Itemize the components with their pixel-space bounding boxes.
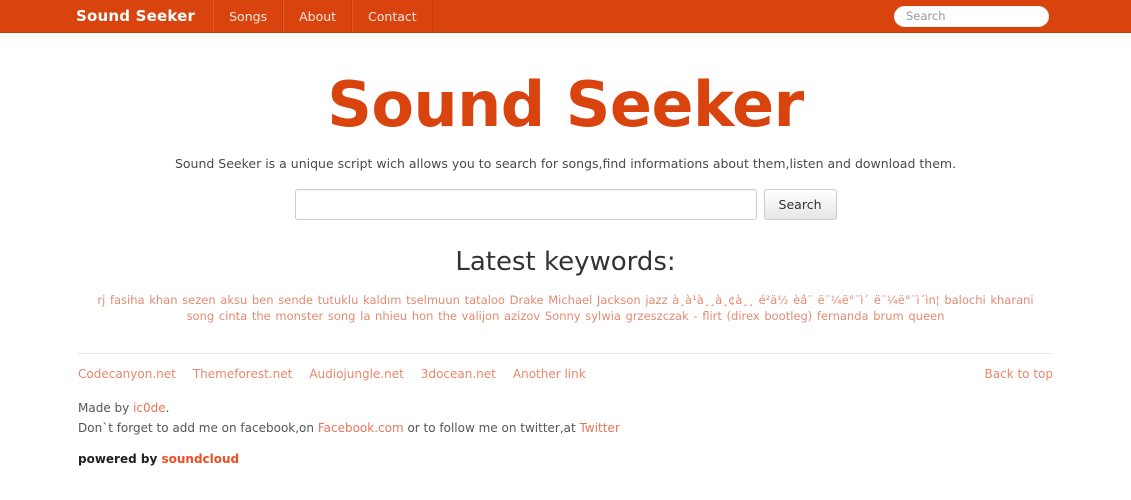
footer-wrapper: Codecanyon.net Themeforest.net Audiojung…: [78, 353, 1053, 466]
made-by-link[interactable]: ic0de: [133, 401, 166, 415]
footer-link-another[interactable]: Another link: [513, 367, 586, 381]
footer-link-themeforest[interactable]: Themeforest.net: [193, 367, 292, 381]
nav-link-about[interactable]: About: [283, 0, 352, 32]
navbar-search-wrapper: [894, 0, 1131, 32]
hero-section: Sound Seeker Sound Seeker is a unique sc…: [0, 33, 1131, 220]
powered-by-prefix: powered by: [78, 452, 161, 466]
keywords-text[interactable]: rj fasiha khan sezen aksu ben sende tutu…: [97, 293, 1033, 323]
navbar-search-input[interactable]: [894, 6, 1049, 27]
main-search-button[interactable]: Search: [764, 189, 837, 220]
powered-by-line: powered by soundcloud: [78, 439, 1053, 466]
footer-links-row: Codecanyon.net Themeforest.net Audiojung…: [78, 354, 1053, 381]
footer-links: Codecanyon.net Themeforest.net Audiojung…: [78, 367, 586, 381]
nav-link-contact[interactable]: Contact: [352, 0, 433, 32]
social-middle: or to follow me on twitter,at: [404, 421, 580, 435]
nav-item-songs: Songs: [213, 0, 283, 32]
twitter-link[interactable]: Twitter: [580, 421, 620, 435]
top-navbar: Sound Seeker Songs About Contact: [0, 0, 1131, 33]
footer-link-3docean[interactable]: 3docean.net: [421, 367, 496, 381]
footer-credits: Made by ic0de. Don`t forget to add me on…: [78, 381, 1053, 439]
back-to-top-link[interactable]: Back to top: [985, 367, 1053, 381]
made-by-prefix: Made by: [78, 401, 133, 415]
nav-item-contact: Contact: [352, 0, 433, 32]
social-line: Don`t forget to add me on facebook,on Fa…: [78, 419, 1053, 439]
nav-item-about: About: [283, 0, 352, 32]
latest-keywords-section: Latest keywords: rj fasiha khan sezen ak…: [0, 247, 1131, 324]
facebook-link[interactable]: Facebook.com: [318, 421, 404, 435]
made-by-suffix: .: [166, 401, 170, 415]
latest-keywords-heading: Latest keywords:: [0, 247, 1131, 277]
social-prefix: Don`t forget to add me on facebook,on: [78, 421, 318, 435]
keywords-list: rj fasiha khan sezen aksu ben sende tutu…: [86, 293, 1046, 324]
main-search-form: Search: [295, 189, 837, 220]
soundcloud-link[interactable]: soundcloud: [161, 452, 239, 466]
made-by-line: Made by ic0de.: [78, 399, 1053, 419]
navbar-inner: Sound Seeker Songs About Contact: [0, 0, 1131, 32]
main-search-input[interactable]: [295, 189, 757, 220]
footer-link-codecanyon[interactable]: Codecanyon.net: [78, 367, 176, 381]
brand-logo[interactable]: Sound Seeker: [0, 0, 213, 32]
hero-subtitle: Sound Seeker is a unique script wich all…: [0, 156, 1131, 171]
page-title: Sound Seeker: [0, 72, 1131, 137]
nav-links: Songs About Contact: [213, 0, 433, 32]
nav-link-songs[interactable]: Songs: [213, 0, 283, 32]
footer-link-audiojungle[interactable]: Audiojungle.net: [309, 367, 404, 381]
